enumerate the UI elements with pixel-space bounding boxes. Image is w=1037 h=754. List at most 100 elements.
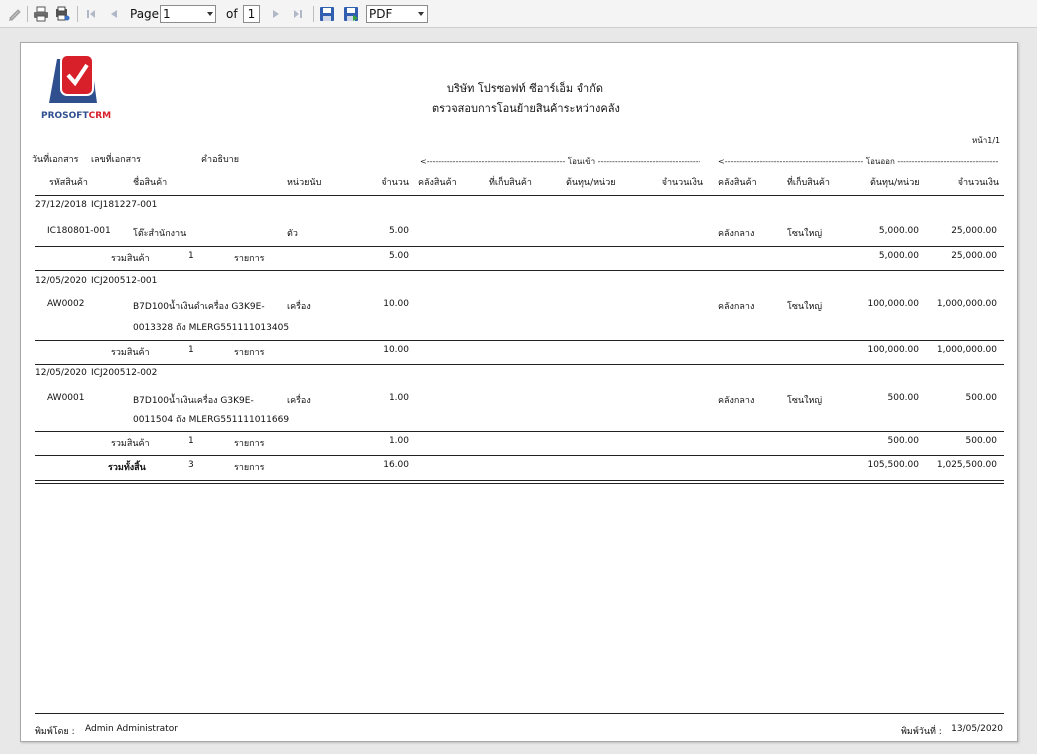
group-doc-no: ICJ200512-002: [91, 368, 158, 378]
group-doc-date: 12/05/2020: [35, 368, 87, 378]
header-transfer-out: <---------------------------------------…: [718, 157, 998, 166]
prosoft-logo-icon: [49, 54, 97, 103]
first-page-icon[interactable]: [83, 6, 99, 22]
page-label: Page: [130, 7, 160, 21]
printed-date: 13/05/2020: [951, 724, 1003, 734]
item-code: AW0001: [47, 393, 85, 403]
subtotal-cost: 100,000.00: [867, 345, 919, 355]
item-code: IC180801-001: [47, 226, 111, 236]
item-out-location: โซนใหญ่: [787, 229, 823, 239]
item-unit: ตัว: [287, 229, 298, 239]
subtotal-count: 1: [188, 345, 194, 355]
printed-date-label: พิมพ์วันที่ :: [901, 727, 942, 737]
subtotal-amount: 1,000,000.00: [936, 345, 997, 355]
group-doc-no: ICJ181227-001: [91, 200, 158, 210]
item-out-amount: 1,000,000.00: [936, 299, 997, 309]
header-in-amount: จำนวนเงิน: [661, 178, 703, 188]
of-label: of: [226, 7, 238, 21]
grand-total-qty: 16.00: [383, 460, 409, 470]
subtotal-qty: 10.00: [383, 345, 409, 355]
printed-by: Admin Administrator: [85, 724, 178, 734]
item-unit: เครื่อง: [287, 302, 311, 312]
header-item-code: รหัสสินค้า: [49, 178, 88, 188]
header-transfer-in: <---------------------------------------…: [420, 157, 700, 166]
subtotal-cost: 500.00: [887, 436, 920, 446]
subtotal-cost: 5,000.00: [878, 251, 919, 261]
header-item-name: ชื่อสินค้า: [133, 178, 168, 188]
item-name-line-1: B7D100น้ำเงินเครื่อง G3K9E-: [133, 396, 254, 406]
header-qty: จำนวน: [381, 178, 409, 188]
item-qty: 1.00: [388, 393, 409, 403]
item-out-amount: 25,000.00: [951, 226, 997, 236]
chevron-down-icon[interactable]: [204, 5, 216, 23]
item-name-line-2: 0013328 ถัง MLERG551111013405: [133, 323, 290, 333]
last-page-icon[interactable]: [290, 6, 306, 22]
item-out-cost: 5,000.00: [878, 226, 919, 236]
subtotal-qty: 5.00: [388, 251, 409, 261]
header-description: คำอธิบาย: [201, 155, 240, 165]
report-toolbar: Page 1 of 1 PDF: [0, 0, 1037, 28]
header-doc-date: วันที่เอกสาร: [32, 155, 79, 165]
item-name-line-2: 0011504 ถัง MLERG551111011669: [133, 415, 290, 425]
subtotal-unit: รายการ: [234, 254, 265, 264]
grand-total-cost: 105,500.00: [867, 460, 919, 470]
header-out-location: ที่เก็บสินค้า: [787, 178, 830, 188]
item-out-amount: 500.00: [965, 393, 998, 403]
chevron-down-icon[interactable]: [415, 5, 427, 23]
page-setup-icon[interactable]: [54, 6, 70, 22]
report-viewer: PROSOFTCRM บริษัท โปรซอฟท์ ซีอาร์เอ็ม จำ…: [0, 28, 1037, 754]
grand-total-amount: 1,025,500.00: [936, 460, 997, 470]
total-pages-value: 1: [247, 7, 256, 21]
page-number: หน้า1/1: [972, 136, 1001, 145]
print-icon[interactable]: [33, 6, 49, 22]
grand-total-unit: รายการ: [234, 463, 265, 473]
group-doc-date: 27/12/2018: [35, 200, 87, 210]
item-code: AW0002: [47, 299, 85, 309]
item-out-warehouse: คลังกลาง: [718, 229, 755, 239]
edit-icon[interactable]: [8, 6, 24, 22]
subtotal-amount: 500.00: [965, 436, 998, 446]
item-unit: เครื่อง: [287, 396, 311, 406]
header-unit: หน่วยนับ: [287, 178, 322, 188]
company-name: บริษัท โปรซอฟท์ ซีอาร์เอ็ม จำกัด: [447, 82, 603, 95]
subtotal-count: 1: [188, 251, 194, 261]
subtotal-count: 1: [188, 436, 194, 446]
subtotal-label: รวมสินค้า: [111, 439, 150, 449]
item-qty: 10.00: [383, 299, 409, 309]
subtotal-qty: 1.00: [388, 436, 409, 446]
next-page-icon[interactable]: [268, 6, 284, 22]
item-name-line-1: B7D100น้ำเงินดำเครื่อง G3K9E-: [133, 302, 265, 312]
header-out-cost: ต้นทุน/หน่วย: [870, 178, 920, 188]
header-out-amount: จำนวนเงิน: [957, 178, 999, 188]
subtotal-label: รวมสินค้า: [111, 348, 150, 358]
item-out-warehouse: คลังกลาง: [718, 302, 755, 312]
prev-page-icon[interactable]: [106, 6, 122, 22]
header-in-location: ที่เก็บสินค้า: [489, 178, 532, 188]
item-qty: 5.00: [388, 226, 409, 236]
header-in-cost: ต้นทุน/หน่วย: [566, 178, 616, 188]
header-out-warehouse: คลังสินค้า: [718, 178, 757, 188]
subtotal-label: รวมสินค้า: [111, 254, 150, 264]
company-logo: PROSOFTCRM: [39, 53, 111, 127]
item-out-location: โซนใหญ่: [787, 396, 823, 406]
header-doc-no: เลขที่เอกสาร: [91, 155, 141, 165]
subtotal-unit: รายการ: [234, 439, 265, 449]
item-out-cost: 100,000.00: [867, 299, 919, 309]
item-out-cost: 500.00: [887, 393, 920, 403]
logo-text-prosoft: PROSOFT: [41, 111, 89, 121]
subtotal-unit: รายการ: [234, 348, 265, 358]
group-doc-date: 12/05/2020: [35, 276, 87, 286]
page-number-value: 1: [163, 7, 171, 21]
item-name: โต๊ะสำนักงาน: [133, 229, 187, 239]
export-icon[interactable]: [343, 6, 359, 22]
export-format-value: PDF: [369, 7, 393, 21]
header-in-warehouse: คลังสินค้า: [418, 178, 457, 188]
subtotal-amount: 25,000.00: [951, 251, 997, 261]
group-doc-no: ICJ200512-001: [91, 276, 158, 286]
save-icon[interactable]: [319, 6, 335, 22]
printed-by-label: พิมพ์โดย :: [35, 727, 75, 737]
report-title: ตรวจสอบการโอนย้ายสินค้าระหว่างคลัง: [432, 102, 620, 115]
report-page: PROSOFTCRM บริษัท โปรซอฟท์ ซีอาร์เอ็ม จำ…: [20, 42, 1018, 742]
logo-text-crm: CRM: [88, 111, 112, 121]
item-out-location: โซนใหญ่: [787, 302, 823, 312]
